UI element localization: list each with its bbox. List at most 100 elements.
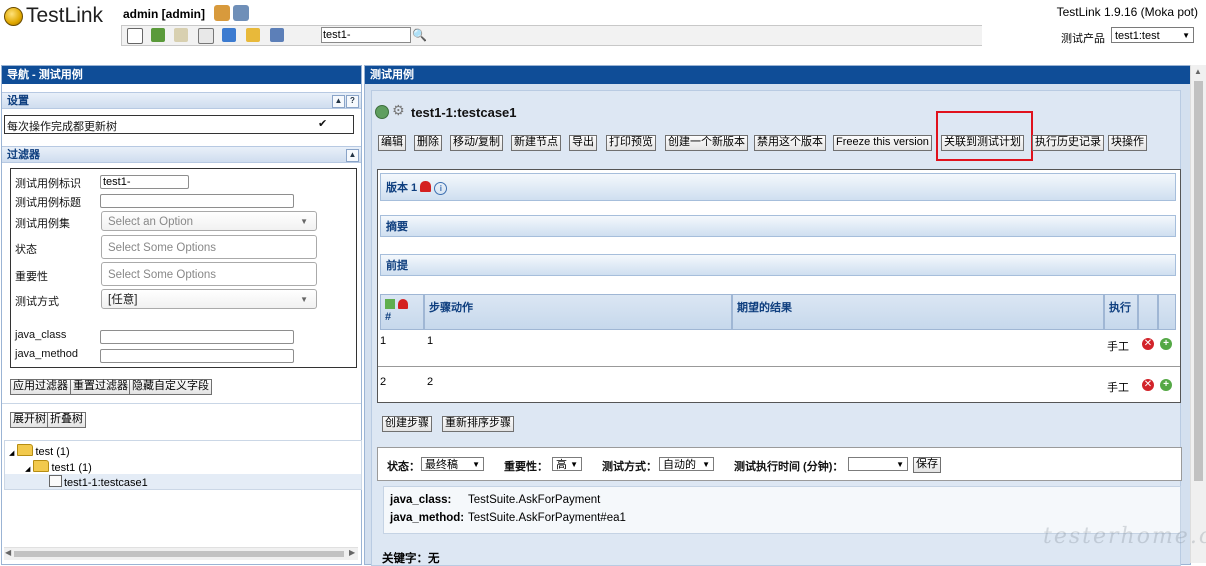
version-header: 版本 1 i: [380, 173, 1176, 201]
watermark: testerhome.com: [1043, 524, 1206, 549]
testcase-pane-title: 测试用例: [365, 66, 1190, 84]
product-label: 测试产品: [1061, 33, 1105, 45]
home-icon[interactable]: [127, 28, 143, 44]
steps-col-blank: [1138, 294, 1158, 330]
delete-button[interactable]: 删除: [414, 135, 442, 151]
ghost-icon[interactable]: [420, 181, 432, 192]
horizontal-scrollbar[interactable]: ◀ ▶: [4, 547, 358, 560]
steps-toggle-icon[interactable]: [385, 299, 395, 309]
requirements-icon[interactable]: [151, 28, 165, 42]
print-view-button[interactable]: 打印预览: [606, 135, 656, 151]
collapse-tree-button[interactable]: 折叠树: [47, 412, 86, 428]
divider: [2, 403, 361, 404]
java-method-filter-input[interactable]: [100, 349, 294, 363]
logo-ball-icon: [4, 6, 23, 26]
current-user: admin [admin]: [123, 7, 206, 21]
scroll-left-icon[interactable]: ◀: [5, 548, 11, 557]
test-plan-icon[interactable]: [198, 28, 214, 44]
java-class-filter-input[interactable]: [100, 330, 294, 344]
vertical-scrollbar[interactable]: ▲: [1190, 65, 1206, 563]
scrollbar-thumb[interactable]: [14, 551, 344, 557]
status-multiselect[interactable]: Select Some Options: [101, 235, 317, 259]
steps-col-action: 步骤动作: [424, 294, 732, 330]
export-button[interactable]: 导出: [569, 135, 597, 151]
scrollbar-thumb[interactable]: [1194, 81, 1203, 481]
exec-type-select[interactable]: [任意]: [101, 289, 317, 310]
reports-icon[interactable]: [246, 28, 260, 42]
reorder-steps-button[interactable]: 重新排序步骤: [442, 416, 514, 432]
add-step-icon[interactable]: +: [1160, 379, 1172, 391]
status-select[interactable]: 最终稿: [421, 457, 484, 472]
search-icon[interactable]: 🔍: [412, 28, 427, 42]
execute-icon[interactable]: [222, 28, 236, 42]
tree-node-testcase[interactable]: test1-1:testcase1: [5, 474, 361, 489]
freeze-version-button[interactable]: Freeze this version: [833, 135, 932, 151]
importance-multiselect[interactable]: Select Some Options: [101, 262, 317, 286]
expand-tree-button[interactable]: 展开树: [10, 412, 49, 428]
edit-button[interactable]: 编辑: [378, 135, 406, 151]
collapse-toggle-icon[interactable]: [375, 105, 389, 119]
tc-title-input[interactable]: [100, 194, 294, 208]
update-tree-checkbox[interactable]: ✔: [318, 117, 327, 130]
update-tree-row: 每次操作完成都更新树 ✔: [4, 115, 354, 134]
testcase-title: test1-1:testcase1: [411, 105, 517, 120]
java-method-value: TestSuite.AskForPayment#ea1: [468, 512, 626, 524]
gear-icon[interactable]: ⚙: [392, 102, 405, 119]
exec-type-select[interactable]: 自动的: [659, 457, 714, 472]
folder-open-icon: [17, 444, 34, 456]
top-bar: TestLink admin [admin] test1- 🔍 TestLink…: [0, 0, 1206, 62]
tree-toggle-icon[interactable]: ◢: [25, 466, 30, 473]
keywords-line: 关键字：无: [382, 553, 440, 565]
summary-header: 摘要: [380, 215, 1176, 237]
create-step-button[interactable]: 创建步骤: [382, 416, 432, 432]
bulk-action-button[interactable]: 块操作: [1108, 135, 1147, 151]
suite-select[interactable]: Select an Option: [101, 211, 317, 232]
product-select[interactable]: test1:test: [1111, 27, 1194, 44]
disable-version-button[interactable]: 禁用这个版本: [754, 135, 826, 151]
duration-input[interactable]: [848, 457, 908, 472]
apply-filter-button[interactable]: 应用过滤器: [10, 379, 71, 395]
table-row[interactable]: 2 2 手工 ✕ +: [378, 367, 1180, 402]
navigation-pane: 导航 - 测试用例 设置 ▲ ? 每次操作完成都更新树 ✔ 过滤器 ▲ 测试用例…: [1, 65, 362, 565]
delete-step-icon[interactable]: ✕: [1142, 338, 1154, 350]
tree-node-suite[interactable]: ◢ test1 (1): [25, 460, 92, 474]
new-version-button[interactable]: 创建一个新版本: [665, 135, 748, 151]
logout-icon[interactable]: [233, 5, 249, 21]
steps-col-num: #: [380, 294, 424, 330]
scroll-right-icon[interactable]: ▶: [349, 548, 355, 557]
new-sibling-button[interactable]: 新建节点: [511, 135, 561, 151]
filters-box: 测试用例标识 test1- 测试用例标题 测试用例集 Select an Opt…: [10, 168, 357, 368]
settings-header: 设置 ▲ ?: [2, 92, 361, 109]
move-copy-button[interactable]: 移动/复制: [450, 135, 504, 151]
scroll-up-icon[interactable]: ▲: [1194, 67, 1202, 76]
table-row[interactable]: 1 1 手工 ✕ +: [378, 331, 1180, 367]
user-settings-icon[interactable]: [214, 5, 230, 21]
tree-toggle-icon[interactable]: ◢: [9, 450, 14, 457]
delete-step-icon[interactable]: ✕: [1142, 379, 1154, 391]
navigation-title: 导航 - 测试用例: [2, 66, 361, 84]
folder-open-icon: [33, 460, 50, 472]
events-icon[interactable]: [270, 28, 284, 42]
ghost-icon[interactable]: [398, 299, 409, 309]
steps-col-expected: 期望的结果: [732, 294, 1104, 330]
exec-history-button[interactable]: 执行历史记录: [1032, 135, 1104, 151]
preconditions-header: 前提: [380, 254, 1176, 276]
reset-filter-button[interactable]: 重置过滤器: [70, 379, 131, 395]
collapse-settings-icon[interactable]: ▲: [332, 95, 345, 108]
importance-select[interactable]: 高: [552, 457, 582, 472]
testlink-logo[interactable]: TestLink: [4, 4, 103, 28]
highlight-box: [936, 111, 1033, 161]
collapse-filters-icon[interactable]: ▲: [346, 149, 359, 162]
testcase-search-input[interactable]: test1-: [321, 27, 411, 43]
test-spec-icon[interactable]: [174, 28, 188, 42]
steps-col-exec: 执行: [1104, 294, 1138, 330]
tree-node-root[interactable]: ◢ test (1): [9, 444, 70, 458]
help-icon[interactable]: ?: [346, 95, 359, 108]
tc-id-input[interactable]: test1-: [100, 175, 189, 189]
hide-custom-fields-button[interactable]: 隐藏自定义字段: [129, 379, 212, 395]
testcase-pane: 测试用例 ⚙ test1-1:testcase1 编辑 删除 移动/复制 新建节…: [364, 65, 1191, 566]
filters-header: 过滤器 ▲: [2, 146, 361, 163]
info-icon[interactable]: i: [434, 182, 448, 195]
add-step-icon[interactable]: +: [1160, 338, 1172, 350]
save-attributes-button[interactable]: 保存: [913, 457, 941, 473]
